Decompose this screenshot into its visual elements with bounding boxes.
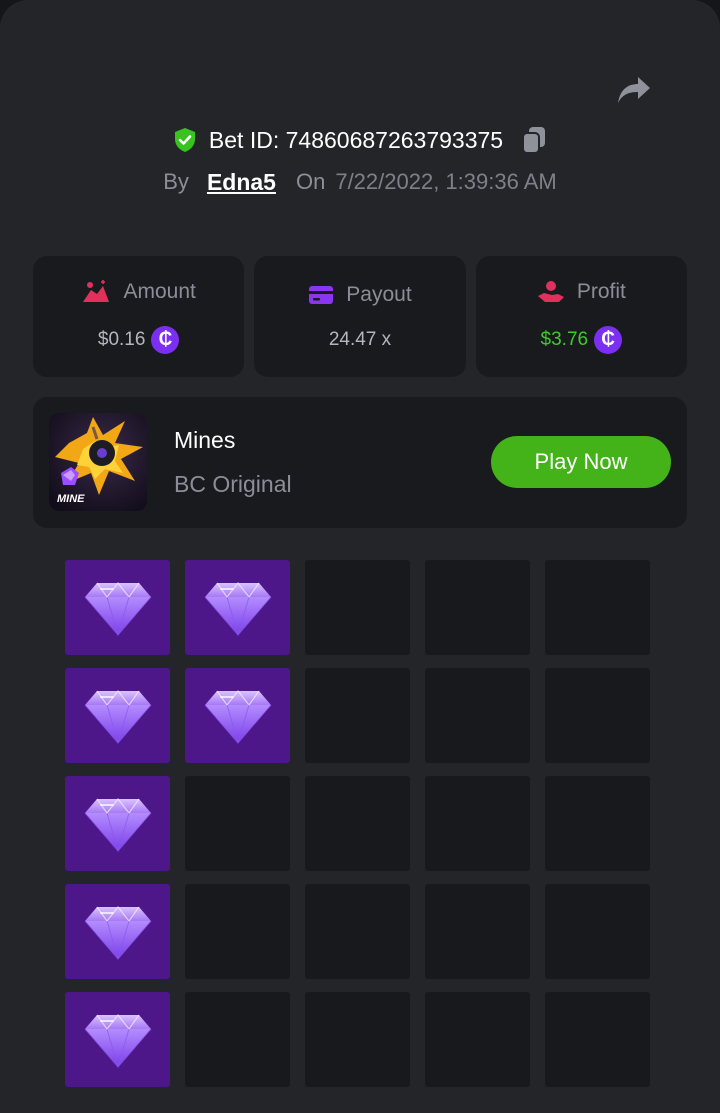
play-now-button[interactable]: Play Now [491, 436, 671, 488]
hidden-tile[interactable] [305, 884, 410, 979]
hidden-tile[interactable] [545, 668, 650, 763]
hidden-tile[interactable] [305, 668, 410, 763]
gem-tile[interactable] [185, 668, 290, 763]
copy-button[interactable] [521, 126, 547, 154]
bet-detail-panel: Bet ID: 74860687263793375 By Edna5 On 7/… [0, 0, 720, 1113]
coin-icon: ₵ [594, 325, 623, 354]
hidden-tile[interactable] [185, 776, 290, 871]
on-label: On [295, 169, 326, 194]
username-link[interactable]: Edna5 [207, 169, 276, 196]
hidden-tile[interactable] [425, 992, 530, 1087]
gem-icon [84, 1013, 151, 1069]
bet-stats: Amount $0.16 ₵ Payout 24.47 x Profit $3.… [33, 256, 687, 377]
amount-label: Amount [123, 279, 196, 303]
copy-icon [522, 127, 546, 154]
profit-card: Profit $3.76 ₵ [475, 256, 687, 377]
hidden-tile[interactable] [185, 884, 290, 979]
thumb-label: MINE [57, 493, 85, 505]
share-icon [618, 77, 650, 103]
hidden-tile[interactable] [545, 560, 650, 655]
gem-tile[interactable] [65, 992, 170, 1087]
hidden-tile[interactable] [425, 560, 530, 655]
payout-card: Payout 24.47 x [254, 256, 466, 377]
payout-label: Payout [346, 282, 412, 306]
gem-icon [84, 797, 151, 853]
hidden-tile[interactable] [305, 560, 410, 655]
by-label: By [163, 169, 189, 194]
coin-icon: ₵ [151, 325, 180, 354]
hidden-tile[interactable] [545, 992, 650, 1087]
gem-icon [84, 689, 151, 745]
amount-card: Amount $0.16 ₵ [33, 256, 245, 377]
share-button[interactable] [612, 70, 656, 110]
gem-icon [84, 581, 151, 637]
gem-tile[interactable] [65, 560, 170, 655]
amount-icon [83, 279, 110, 302]
profit-hand-icon [537, 280, 564, 302]
gem-tile[interactable] [65, 776, 170, 871]
hidden-tile[interactable] [305, 992, 410, 1087]
game-name: Mines [174, 427, 236, 453]
game-provider: BC Original [174, 471, 292, 497]
gem-icon [84, 905, 151, 961]
card-icon [309, 285, 334, 304]
bet-datetime: 7/22/2022, 1:39:36 AM [335, 169, 557, 194]
hidden-tile[interactable] [425, 884, 530, 979]
bet-id-label: Bet ID: 74860687263793375 [208, 126, 504, 153]
bet-id-row: Bet ID: 74860687263793375 [0, 120, 720, 160]
game-thumbnail[interactable]: MINE [49, 413, 147, 511]
hidden-tile[interactable] [545, 884, 650, 979]
gem-tile[interactable] [65, 884, 170, 979]
gem-icon [204, 689, 271, 745]
profit-value: $3.76 [540, 328, 589, 350]
mines-grid [65, 560, 650, 1087]
gem-tile[interactable] [185, 560, 290, 655]
amount-value: $0.16 [97, 328, 146, 350]
game-card: MINE Mines BC Original Play Now [33, 397, 687, 528]
gem-tile[interactable] [65, 668, 170, 763]
payout-value: 24.47 x [328, 328, 392, 350]
profit-label: Profit [576, 279, 626, 303]
hidden-tile[interactable] [425, 776, 530, 871]
gem-icon [204, 581, 271, 637]
hidden-tile[interactable] [425, 668, 530, 763]
hidden-tile[interactable] [185, 992, 290, 1087]
bet-meta-row: By Edna5 On 7/22/2022, 1:39:36 AM [0, 164, 720, 200]
verified-shield-icon [174, 128, 195, 152]
hidden-tile[interactable] [545, 776, 650, 871]
hidden-tile[interactable] [305, 776, 410, 871]
